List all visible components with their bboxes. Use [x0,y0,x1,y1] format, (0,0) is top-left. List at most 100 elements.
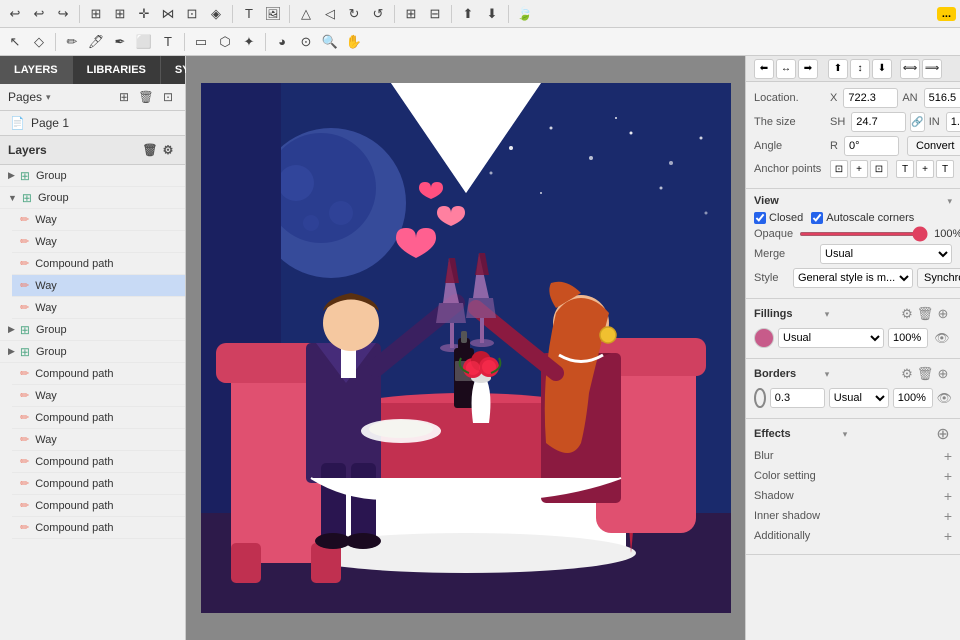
synchrono-btn[interactable]: Synchrono [917,268,960,288]
text-tool[interactable]: T [157,31,179,53]
toolbar-btn-bool[interactable]: ⊟ [424,3,446,25]
fillings-add-icon[interactable]: ⊕ [934,305,952,323]
layer-way-4[interactable]: ✏ Way [12,385,185,407]
distribute-v-icon[interactable]: ⟹ [922,59,942,79]
border-visibility-icon[interactable]: 👁 [937,388,952,408]
align-top-icon[interactable]: ⬆ [828,59,848,79]
toolbar-btn-undo[interactable]: ↩ [52,3,74,25]
align-left-icon[interactable]: ⬅ [754,59,774,79]
toolbar-btn-mask[interactable]: ⊞ [400,3,422,25]
closed-checkbox-item[interactable]: Closed [754,212,803,224]
closed-checkbox[interactable] [754,212,766,224]
align-center-icon[interactable]: ↔ [776,59,796,79]
layer-compound-4[interactable]: ✏ Compound path [12,451,185,473]
additionally-add-icon[interactable]: + [944,528,952,544]
pages-settings-btn[interactable]: ⊡ [159,88,177,106]
shadow-add-icon[interactable]: + [944,488,952,504]
layers-settings-btn[interactable]: ⚙ [159,141,177,159]
canvas-area[interactable] [186,56,745,640]
layer-compound-1[interactable]: ✏ Compound path [12,253,185,275]
layer-compound-5[interactable]: ✏ Compound path [12,473,185,495]
fillings-settings-icon[interactable]: ⚙ [898,305,916,323]
toolbar-btn-leaf[interactable]: 🍃 [514,3,536,25]
toolbar-btn-2[interactable]: ↩ [28,3,50,25]
lock-ratio-btn[interactable]: 🔗 [910,112,924,132]
border-opacity-input[interactable] [893,388,933,408]
layer-way-5[interactable]: ✏ Way [12,429,185,451]
effects-add-icon[interactable]: ⊕ [934,425,952,443]
align-bottom-icon[interactable]: ⬇ [872,59,892,79]
convert-btn[interactable]: Convert [907,136,960,156]
color-setting-add-icon[interactable]: + [944,468,952,484]
merge-select[interactable]: Usual Multiply Screen [820,244,952,264]
toolbar-btn-node[interactable]: ◈ [205,3,227,25]
page-item[interactable]: 📄 Page 1 [0,111,185,135]
fill-visibility-icon[interactable]: 👁 [932,328,952,348]
canvas[interactable] [201,83,731,613]
star-tool[interactable]: ✦ [238,31,260,53]
eraser-tool[interactable]: ⬜ [133,31,155,53]
layer-group-4[interactable]: ▶ ⊞ Group [0,341,185,363]
layers-delete-btn[interactable]: 🗑 [141,141,159,159]
layer-compound-3[interactable]: ✏ Compound path [12,407,185,429]
brush-tool[interactable]: 🖊 [85,31,107,53]
toolbar-btn-guide[interactable]: ✛ [133,3,155,25]
angle-input[interactable] [844,136,899,156]
size-in-input[interactable] [946,112,960,132]
location-an-input[interactable] [924,88,960,108]
anchor-t2-icon[interactable]: T [936,160,954,178]
pages-label[interactable]: Pages [8,90,42,104]
pages-add-btn[interactable]: ⊞ [115,88,133,106]
borders-settings-icon[interactable]: ⚙ [898,365,916,383]
shape-tool[interactable]: ▭ [190,31,212,53]
location-x-input[interactable] [843,88,898,108]
style-select[interactable]: General style is m... [793,268,913,288]
layer-compound-2[interactable]: ✏ Compound path [12,363,185,385]
pen-tool[interactable]: ✏ [61,31,83,53]
fill-opacity-input[interactable] [888,328,928,348]
layer-compound-6[interactable]: ✏ Compound path [12,495,185,517]
borders-delete-icon[interactable]: 🗑 [916,365,934,383]
border-width-input[interactable] [770,388,825,408]
toolbar-btn-redo[interactable]: ↻ [343,3,365,25]
fill-tool[interactable]: ◕ [271,31,293,53]
layer-compound-7[interactable]: ✏ Compound path [12,517,185,539]
shape2-tool[interactable]: ⬡ [214,31,236,53]
anchor-plus-icon[interactable]: + [916,160,934,178]
size-sh-input[interactable] [851,112,906,132]
toolbar-btn-1[interactable]: ↩ [4,3,26,25]
toolbar-btn-zoom[interactable]: ⊞ [85,3,107,25]
toolbar-btn-import[interactable]: ⬇ [481,3,503,25]
border-color-swatch[interactable] [754,388,766,408]
autoscale-checkbox-item[interactable]: Autoscale corners [811,212,914,224]
toolbar-btn-redo2[interactable]: ↺ [367,3,389,25]
hand-tool[interactable]: ✋ [343,31,365,53]
align-middle-icon[interactable]: ↕ [850,59,870,79]
toolbar-btn-img[interactable]: 🖼 [262,3,284,25]
layer-group-2[interactable]: ▼ ⊞ Group [0,187,185,209]
fill-type-select[interactable]: Usual Linear Radial [778,328,884,348]
tab-layers[interactable]: LAYERS [0,56,73,84]
anchor-tc-icon[interactable]: + [850,160,868,178]
toolbar-btn-export[interactable]: ⬆ [457,3,479,25]
fillings-delete-icon[interactable]: 🗑 [916,305,934,323]
layer-group-3[interactable]: ▶ ⊞ Group [0,319,185,341]
eyedrop-tool[interactable]: ⊙ [295,31,317,53]
align-right-icon[interactable]: ➡ [798,59,818,79]
toolbar-btn-arrow[interactable]: ◁ [319,3,341,25]
tab-libraries[interactable]: LIBRARIES [73,56,161,84]
border-type-select[interactable]: Usual Dashed [829,388,889,408]
anchor-tl-icon[interactable]: ⊡ [830,160,848,178]
layer-group-1[interactable]: ▶ ⊞ Group [0,165,185,187]
borders-add-icon[interactable]: ⊕ [934,365,952,383]
distribute-h-icon[interactable]: ⟺ [900,59,920,79]
node-tool[interactable]: ◇ [28,31,50,53]
blur-add-icon[interactable]: + [944,448,952,464]
layer-way-3[interactable]: ✏ Way [12,297,185,319]
anchor-tr-icon[interactable]: ⊡ [870,160,888,178]
layer-way-1[interactable]: ✏ Way [12,209,185,231]
pencil-tool[interactable]: ✒ [109,31,131,53]
toolbar-btn-t[interactable]: T [238,3,260,25]
toolbar-btn-tri[interactable]: △ [295,3,317,25]
autoscale-checkbox[interactable] [811,212,823,224]
